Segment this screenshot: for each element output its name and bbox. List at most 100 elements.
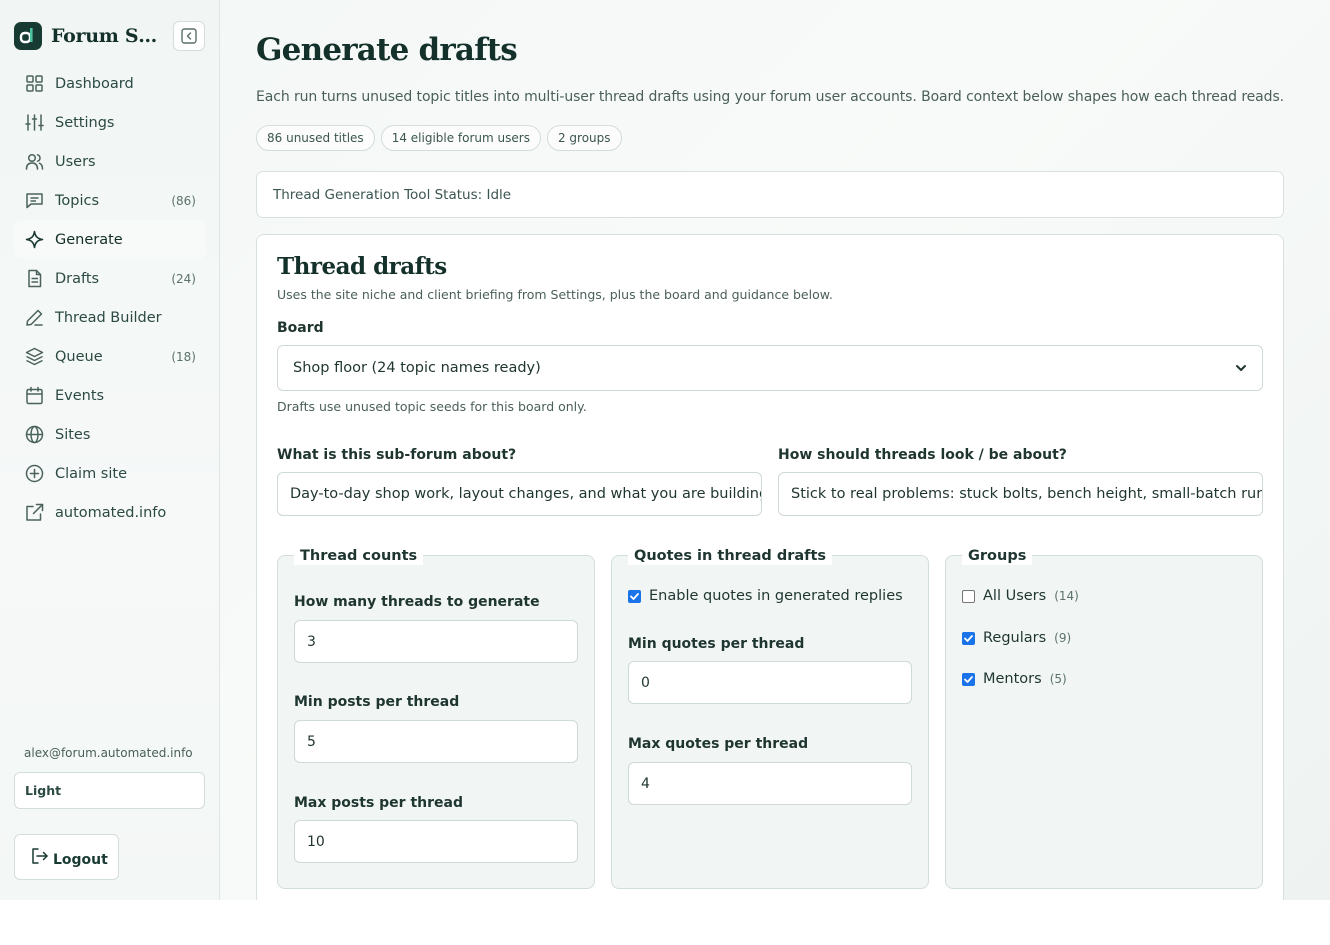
thread-style-label: How should threads look / be about? — [778, 447, 1067, 463]
external-link-icon — [24, 503, 44, 523]
board-select-value: Shop floor (24 topic names ready) — [293, 360, 541, 376]
card-subtitle: Uses the site niche and client briefing … — [277, 287, 833, 302]
how-many-input[interactable]: 3 — [294, 620, 578, 663]
sidebar-item-label: Events — [55, 387, 105, 404]
min-posts-input[interactable]: 5 — [294, 720, 578, 763]
thread-counts-fieldset: Thread counts How many threads to genera… — [277, 547, 595, 889]
groups-fieldset: Groups All Users (14) Regulars (9) Mento… — [945, 547, 1263, 889]
check-icon — [630, 592, 639, 600]
sidebar-item-topics[interactable]: Topics (86) — [14, 181, 206, 220]
sidebar-item-label: Sites — [55, 426, 91, 443]
page-description: Each run turns unused topic titles into … — [256, 89, 1284, 105]
pencil-icon — [24, 308, 44, 328]
thread-drafts-card: Thread drafts Uses the site niche and cl… — [256, 234, 1284, 900]
sidebar-item-label: Claim site — [55, 465, 127, 482]
enable-quotes-checkbox-row[interactable]: Enable quotes in generated replies — [628, 588, 903, 604]
users-icon — [24, 152, 44, 172]
card-title: Thread drafts — [277, 253, 447, 280]
max-posts-input[interactable]: 10 — [294, 820, 578, 863]
tool-status: Thread Generation Tool Status: Idle — [256, 171, 1284, 218]
board-select[interactable]: Shop floor (24 topic names ready) — [277, 345, 1263, 391]
max-quotes-input[interactable]: 4 — [628, 762, 912, 805]
check-icon — [964, 675, 973, 683]
sidebar-item-users[interactable]: Users — [14, 142, 206, 181]
group-regulars-row[interactable]: Regulars (9) — [962, 630, 1071, 646]
chip-eligible-users: 14 eligible forum users — [380, 125, 541, 151]
sliders-icon — [24, 113, 44, 133]
plus-circle-icon — [24, 464, 44, 484]
sidebar-item-claim-site[interactable]: Claim site — [14, 454, 206, 493]
sidebar-item-label: automated.info — [55, 504, 167, 521]
group-count: (5) — [1049, 672, 1067, 686]
stats-chips: 86 unused titles 14 eligible forum users… — [256, 125, 622, 151]
group-count: (9) — [1054, 631, 1072, 645]
max-posts-label: Max posts per thread — [294, 795, 463, 811]
subforum-input[interactable]: Day-to-day shop work, layout changes, an… — [277, 472, 762, 516]
min-quotes-label: Min quotes per thread — [628, 636, 805, 652]
check-icon — [964, 634, 973, 642]
logout-icon — [32, 848, 48, 864]
sidebar-item-count: (86) — [171, 193, 196, 208]
brand-logo-icon — [14, 22, 42, 50]
sidebar-item-label: Thread Builder — [55, 309, 162, 326]
enable-quotes-checkbox[interactable] — [628, 589, 641, 603]
chip-unused-titles: 86 unused titles — [256, 125, 375, 151]
sidebar-item-label: Users — [55, 153, 96, 170]
group-all-users-row[interactable]: All Users (14) — [962, 588, 1079, 604]
group-label: Regulars — [983, 630, 1047, 646]
sidebar-item-label: Queue — [55, 348, 103, 365]
theme-select[interactable]: Light — [14, 772, 205, 809]
calendar-icon — [24, 386, 44, 406]
sidebar-item-label: Dashboard — [55, 75, 134, 92]
min-quotes-input[interactable]: 0 — [628, 661, 912, 704]
group-label: All Users — [983, 588, 1047, 604]
quotes-fieldset: Quotes in thread drafts Enable quotes in… — [611, 547, 929, 889]
group-mentors-checkbox[interactable] — [962, 672, 975, 686]
group-label: Mentors — [983, 671, 1042, 687]
file-text-icon — [24, 269, 44, 289]
max-quotes-label: Max quotes per thread — [628, 736, 809, 752]
layers-icon — [24, 347, 44, 367]
chip-groups: 2 groups — [546, 125, 622, 151]
how-many-label: How many threads to generate — [294, 594, 540, 610]
main-content: Generate drafts Each run turns unused to… — [220, 0, 1330, 900]
group-all-users-checkbox[interactable] — [962, 589, 975, 603]
logout-button[interactable]: Logout — [14, 834, 119, 880]
sidebar-item-label: Generate — [55, 231, 123, 248]
collapse-icon — [181, 28, 197, 44]
sidebar-item-label: Topics — [55, 192, 100, 209]
sidebar-item-count: (18) — [171, 349, 196, 364]
thread-counts-legend: Thread counts — [294, 547, 424, 565]
group-regulars-checkbox[interactable] — [962, 631, 975, 645]
board-hint: Drafts use unused topic seeds for this b… — [277, 399, 587, 414]
sidebar-item-thread-builder[interactable]: Thread Builder — [14, 298, 206, 337]
sidebar-item-label: Settings — [55, 114, 115, 131]
sidebar-item-events[interactable]: Events — [14, 376, 206, 415]
collapse-sidebar-button[interactable] — [173, 21, 205, 51]
sparkle-icon — [24, 230, 44, 250]
board-label: Board — [277, 320, 324, 336]
group-mentors-row[interactable]: Mentors (5) — [962, 671, 1067, 687]
dashboard-icon — [24, 74, 44, 94]
sidebar-item-settings[interactable]: Settings — [14, 103, 206, 142]
sidebar-item-dashboard[interactable]: Dashboard — [14, 64, 206, 103]
thread-style-input[interactable]: Stick to real problems: stuck bolts, ben… — [778, 472, 1263, 516]
min-posts-label: Min posts per thread — [294, 694, 460, 710]
sidebar-item-generate[interactable]: Generate — [14, 220, 206, 259]
sidebar-item-queue[interactable]: Queue (18) — [14, 337, 206, 376]
sidebar-item-count: (24) — [171, 271, 196, 286]
subforum-label: What is this sub-forum about? — [277, 447, 517, 463]
sidebar-nav: Dashboard Settings Users Topics (86) Gen… — [14, 64, 206, 532]
sidebar-item-sites[interactable]: Sites — [14, 415, 206, 454]
user-email: alex@forum.automated.info — [24, 746, 193, 760]
groups-legend: Groups — [962, 547, 1033, 565]
sidebar-item-label: Drafts — [55, 270, 100, 287]
chevron-down-icon — [1236, 365, 1246, 371]
sidebar-item-external-link[interactable]: automated.info — [14, 493, 206, 532]
brand-name: Forum Seeder — [51, 25, 163, 47]
sidebar: Forum Seeder Dashboard — [0, 0, 220, 900]
message-square-icon — [24, 191, 44, 211]
quotes-legend: Quotes in thread drafts — [628, 547, 833, 565]
brand[interactable]: Forum Seeder — [14, 22, 163, 50]
sidebar-item-drafts[interactable]: Drafts (24) — [14, 259, 206, 298]
